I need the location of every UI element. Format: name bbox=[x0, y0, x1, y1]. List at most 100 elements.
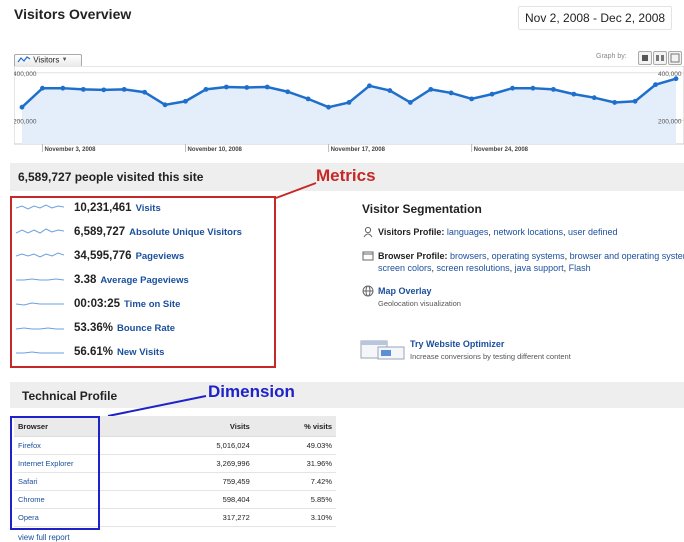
data-point bbox=[489, 91, 495, 97]
link-languages[interactable]: languages bbox=[447, 227, 489, 237]
data-point bbox=[101, 87, 107, 93]
graph-by-label: Graph by: bbox=[596, 53, 627, 60]
metric-label-link[interactable]: Absolute Unique Visitors bbox=[129, 227, 242, 238]
visitors-chart: 400,000 400,000 200,000 200,000 November 3, … bbox=[13, 65, 684, 153]
x-tick-label: November 24, 2008 bbox=[474, 147, 529, 152]
graph-by-month-button[interactable] bbox=[668, 51, 682, 65]
data-point bbox=[571, 91, 577, 97]
data-point bbox=[305, 96, 311, 102]
data-point bbox=[40, 85, 45, 91]
data-point bbox=[80, 86, 86, 92]
link-screen-resolutions[interactable]: screen resolutions bbox=[437, 263, 510, 273]
visits-cell: 3,269,996 bbox=[159, 454, 254, 473]
visitors-chart-svg: 400,000 400,000 200,000 200,000 November 3, … bbox=[13, 65, 684, 153]
x-tick-label: November 10, 2008 bbox=[188, 147, 243, 152]
data-point bbox=[19, 104, 25, 110]
metric-label-link[interactable]: Average Pageviews bbox=[100, 275, 188, 286]
graph-by-week-button[interactable] bbox=[653, 51, 667, 65]
sparkline-icon bbox=[16, 278, 64, 281]
data-point bbox=[244, 85, 250, 90]
person-icon bbox=[363, 226, 373, 238]
data-point bbox=[142, 89, 148, 95]
chevron-down-icon: ▼ bbox=[61, 56, 68, 63]
sparkline-icon bbox=[16, 252, 64, 258]
data-point bbox=[448, 90, 454, 96]
data-point bbox=[326, 104, 331, 110]
metric-value: 34,595,776 bbox=[74, 250, 132, 262]
metric-dropdown-label: Visitors bbox=[33, 55, 60, 65]
page-title: Visitors Overview bbox=[14, 6, 132, 22]
metric-label-link[interactable]: Bounce Rate bbox=[117, 323, 175, 334]
sparkline-icon bbox=[16, 302, 64, 306]
metric-label-link[interactable]: New Visits bbox=[117, 347, 164, 358]
header-pct-visits[interactable]: % visits bbox=[253, 416, 336, 437]
line-chart-icon bbox=[17, 56, 31, 63]
link-screen-colors[interactable]: screen colors bbox=[378, 263, 432, 273]
data-point bbox=[121, 86, 127, 92]
visits-cell: 759,459 bbox=[159, 472, 254, 491]
visitors-profile-label: Visitors Profile: bbox=[378, 227, 445, 237]
data-point bbox=[428, 86, 434, 92]
link-browsers[interactable]: browsers bbox=[450, 251, 487, 261]
data-point bbox=[203, 86, 209, 92]
browser-profile-label: Browser Profile: bbox=[378, 251, 448, 261]
link-network-locations[interactable]: network locations bbox=[493, 227, 563, 237]
month-icon bbox=[670, 53, 680, 63]
data-point bbox=[550, 86, 556, 92]
y-tick-label: 400,000 bbox=[14, 71, 37, 78]
data-point bbox=[632, 98, 638, 104]
data-point bbox=[469, 96, 475, 102]
pct-visits-cell: 7.42% bbox=[253, 472, 336, 491]
data-point bbox=[653, 82, 658, 88]
data-point bbox=[612, 100, 618, 105]
visits-cell: 5,016,024 bbox=[159, 436, 254, 455]
dimension-callout: Dimension bbox=[208, 382, 295, 401]
y-tick-label: 400,000 bbox=[658, 71, 682, 78]
metric-label-link[interactable]: Visits bbox=[136, 203, 161, 214]
globe-icon bbox=[362, 285, 374, 297]
data-point bbox=[60, 85, 66, 91]
browser-window-icon bbox=[362, 251, 374, 261]
link-flash[interactable]: Flash bbox=[569, 263, 591, 273]
sparkline-icon bbox=[16, 204, 64, 210]
view-full-report-link[interactable]: view full report bbox=[18, 533, 70, 542]
summary-text: 6,589,727 people visited this site bbox=[18, 170, 204, 184]
metric-value: 53.36% bbox=[74, 322, 114, 334]
website-optimizer-subtitle: Increase conversions by testing differen… bbox=[410, 352, 571, 361]
graph-by-day-button[interactable] bbox=[638, 51, 652, 65]
week-icon bbox=[656, 55, 664, 61]
link-java-support[interactable]: java support bbox=[515, 263, 564, 273]
x-tick-label: November 17, 2008 bbox=[331, 147, 386, 152]
map-overlay-link[interactable]: Map Overlay bbox=[378, 286, 432, 296]
technical-profile-title: Technical Profile bbox=[22, 389, 118, 403]
y-tick-label: 200,000 bbox=[14, 118, 37, 125]
data-point bbox=[367, 83, 372, 89]
metric-value: 10,231,461 bbox=[74, 202, 132, 214]
data-point bbox=[530, 85, 536, 91]
day-icon bbox=[642, 55, 648, 61]
website-optimizer-link[interactable]: Try Website Optimizer bbox=[410, 339, 504, 349]
visits-cell: 317,272 bbox=[159, 508, 254, 527]
metric-value: 56.61% bbox=[74, 346, 114, 358]
visitors-profile-row: Visitors Profile: languages, network loc… bbox=[362, 226, 684, 240]
website-optimizer-icon bbox=[360, 340, 405, 360]
metric-label-link[interactable]: Pageviews bbox=[136, 251, 185, 262]
dimension-highlight-box bbox=[10, 416, 100, 530]
metric-label-link[interactable]: Time on Site bbox=[124, 299, 180, 310]
pct-visits-cell: 31.96% bbox=[253, 454, 336, 473]
pct-visits-cell: 5.85% bbox=[253, 490, 336, 509]
data-point bbox=[591, 95, 597, 101]
data-point bbox=[162, 102, 168, 108]
sparkline-icon bbox=[16, 327, 64, 330]
link-user-defined[interactable]: user defined bbox=[568, 227, 618, 237]
metrics-callout-arrow bbox=[275, 182, 317, 199]
pct-visits-cell: 3.10% bbox=[253, 508, 336, 527]
y-tick-label: 200,000 bbox=[658, 118, 682, 125]
link-browser-and-os[interactable]: browser and operating systems bbox=[570, 251, 684, 261]
segmentation-title: Visitor Segmentation bbox=[362, 202, 482, 216]
date-range-selector[interactable]: Nov 2, 2008 - Dec 2, 2008 bbox=[518, 6, 673, 30]
visits-cell: 598,404 bbox=[159, 490, 254, 509]
link-operating-systems[interactable]: operating systems bbox=[492, 251, 565, 261]
header-visits[interactable]: Visits bbox=[159, 416, 254, 437]
metrics-callout: Metrics bbox=[316, 166, 376, 185]
